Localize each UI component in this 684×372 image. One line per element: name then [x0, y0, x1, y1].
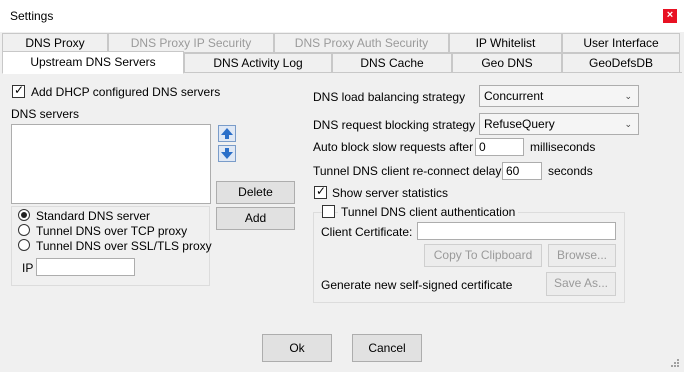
tab-geodefsdb[interactable]: GeoDefsDB: [562, 53, 680, 73]
chevron-down-icon: ⌄: [624, 119, 632, 129]
client-cert-input[interactable]: [417, 222, 616, 240]
blocking-strategy-label: DNS request blocking strategy: [313, 118, 476, 132]
close-button[interactable]: ×: [663, 9, 677, 23]
add-dhcp-checkbox[interactable]: ✓: [12, 83, 25, 98]
reconnect-delay-unit: seconds: [548, 164, 593, 178]
load-balancing-select[interactable]: Concurrent ⌄: [479, 85, 639, 107]
select-value: Concurrent: [484, 89, 544, 103]
radio-tunnel-ssl[interactable]: [18, 239, 30, 251]
reconnect-delay-label: Tunnel DNS client re-connect delay: [313, 164, 502, 178]
add-button[interactable]: Add: [216, 207, 295, 230]
window-title: Settings: [10, 9, 54, 23]
arrow-up-icon: [221, 128, 233, 139]
dns-servers-label: DNS servers: [11, 107, 80, 121]
tab-geo-dns[interactable]: Geo DNS: [452, 53, 562, 73]
checkmark-icon: ✓: [316, 184, 327, 198]
checkmark-icon: ✓: [14, 83, 25, 97]
tab-label: DNS Cache: [360, 56, 424, 70]
chevron-down-icon: ⌄: [624, 91, 632, 101]
delete-button[interactable]: Delete: [216, 181, 295, 204]
reconnect-delay-input[interactable]: [502, 162, 542, 180]
show-stats-checkbox[interactable]: ✓: [314, 184, 327, 199]
load-balancing-label: DNS load balancing strategy: [313, 90, 466, 104]
radio-standard-dns[interactable]: [18, 209, 30, 221]
tab-user-interface[interactable]: User Interface: [562, 33, 680, 53]
ok-button[interactable]: Ok: [262, 334, 332, 362]
tab-label: IP Whitelist: [475, 36, 536, 50]
add-dhcp-label: Add DHCP configured DNS servers: [31, 85, 221, 99]
cancel-button[interactable]: Cancel: [352, 334, 422, 362]
close-icon: ×: [666, 9, 674, 21]
tab-dns-proxy-auth-security[interactable]: DNS Proxy Auth Security: [274, 33, 449, 53]
tab-label: GeoDefsDB: [588, 56, 654, 70]
resize-grip-icon[interactable]: [668, 356, 680, 368]
arrow-down-icon: [221, 148, 233, 159]
show-stats-label: Show server statistics: [332, 186, 449, 200]
tab-dns-proxy[interactable]: DNS Proxy: [2, 33, 108, 53]
save-as-button[interactable]: Save As...: [546, 272, 616, 296]
tunnel-auth-checkbox[interactable]: [322, 205, 335, 218]
tab-label: DNS Activity Log: [213, 56, 303, 70]
ip-label: IP: [22, 261, 34, 275]
auto-block-label: Auto block slow requests after: [313, 140, 474, 154]
tab-label: DNS Proxy IP Security: [130, 36, 252, 50]
tab-dns-proxy-ip-security[interactable]: DNS Proxy IP Security: [108, 33, 274, 53]
radio-tunnel-ssl-label: Tunnel DNS over SSL/TLS proxy: [36, 239, 212, 253]
tab-dns-activity-log[interactable]: DNS Activity Log: [184, 53, 332, 73]
tab-label: DNS Proxy: [25, 36, 85, 50]
auto-block-input[interactable]: [475, 138, 524, 156]
tab-label: Geo DNS: [481, 56, 533, 70]
tab-upstream-dns-servers[interactable]: Upstream DNS Servers: [2, 51, 184, 74]
radio-tunnel-tcp-label: Tunnel DNS over TCP proxy: [36, 224, 188, 238]
auto-block-unit: milliseconds: [530, 140, 596, 154]
move-up-button[interactable]: [218, 125, 236, 142]
client-cert-label: Client Certificate:: [321, 225, 413, 239]
radio-dot: [21, 212, 27, 218]
copy-to-clipboard-button[interactable]: Copy To Clipboard: [424, 244, 542, 267]
generate-cert-label: Generate new self-signed certificate: [321, 278, 513, 292]
tab-label: User Interface: [583, 36, 659, 50]
title-bar: [0, 0, 684, 32]
tab-ip-whitelist[interactable]: IP Whitelist: [449, 33, 562, 53]
blocking-strategy-select[interactable]: RefuseQuery ⌄: [479, 113, 639, 135]
browse-button[interactable]: Browse...: [548, 244, 616, 267]
ip-input[interactable]: [36, 258, 135, 276]
radio-standard-dns-label: Standard DNS server: [36, 209, 151, 223]
tab-label: Upstream DNS Servers: [30, 55, 156, 69]
dns-servers-list[interactable]: [11, 124, 211, 204]
move-down-button[interactable]: [218, 145, 236, 162]
tab-label: DNS Proxy Auth Security: [294, 36, 429, 50]
tab-dns-cache[interactable]: DNS Cache: [332, 53, 452, 73]
tunnel-auth-label: Tunnel DNS client authentication: [338, 205, 519, 219]
radio-tunnel-tcp[interactable]: [18, 224, 30, 236]
select-value: RefuseQuery: [484, 117, 555, 131]
